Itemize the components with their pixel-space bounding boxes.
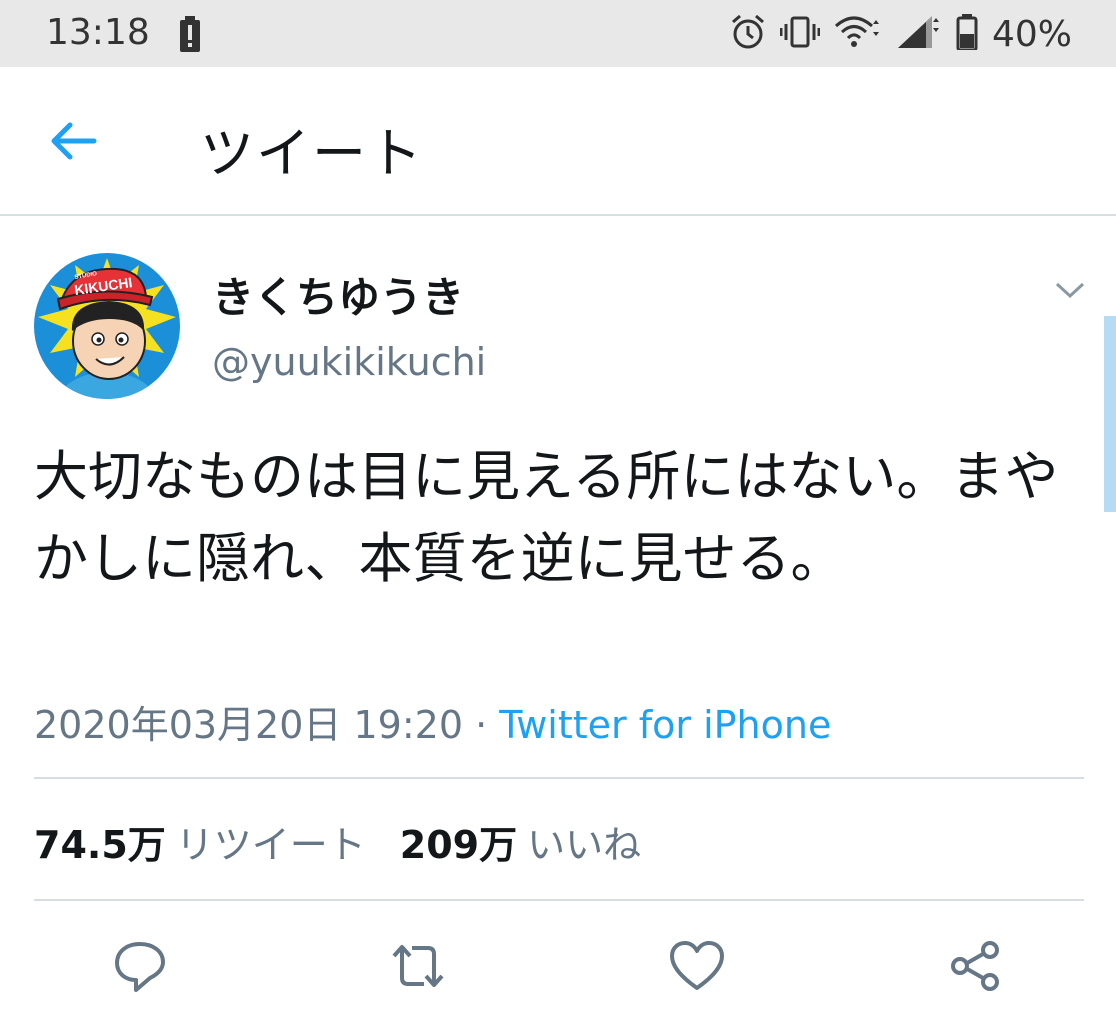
retweet-button[interactable] — [388, 936, 448, 996]
header-divider — [0, 214, 1116, 216]
tweet-text: 大切なものは目に見える所にはない。まやかしに隠れ、本質を逆に見せる。 — [34, 445, 1059, 590]
tweet-stats: 74.5万 リツイート 209万 いいね — [34, 814, 641, 869]
status-icons: 40% — [730, 12, 1072, 56]
alarm-icon — [730, 14, 766, 54]
retweet-icon — [392, 945, 444, 987]
divider — [34, 899, 1084, 901]
divider — [34, 777, 1084, 779]
reply-icon — [115, 942, 165, 992]
page-title: ツイート — [200, 122, 424, 185]
tweet-source-link[interactable]: Twitter for iPhone — [499, 703, 831, 747]
like-count: 209万 — [399, 823, 518, 867]
battery-icon — [956, 14, 978, 54]
like-label: いいね — [527, 823, 642, 867]
like-button[interactable] — [667, 936, 727, 996]
share-icon — [951, 941, 999, 991]
chevron-down-icon — [1055, 282, 1085, 299]
display-name[interactable]: きくちゆうき — [212, 264, 464, 325]
reply-button[interactable] — [110, 936, 170, 996]
back-arrow-icon — [51, 122, 97, 160]
app-header: ツイート — [0, 67, 1116, 215]
status-bar: 13:18 40% — [0, 0, 1116, 67]
vibrate-icon — [779, 14, 821, 54]
battery-percent: 40% — [991, 13, 1072, 55]
retweet-stat[interactable]: 74.5万 リツイート — [34, 823, 366, 867]
tweet-timestamp: 2020年03月20日 19:20 — [34, 703, 464, 747]
status-time: 13:18 — [46, 12, 150, 53]
meta-separator: · — [475, 703, 488, 747]
like-icon — [670, 941, 724, 990]
battery-alert-icon — [178, 16, 202, 56]
more-options-button[interactable] — [1054, 280, 1086, 302]
signal-icon — [896, 14, 942, 54]
avatar[interactable]: KIKUCHI STUDIO — [34, 253, 180, 399]
user-handle[interactable]: @yuukikikuchi — [212, 340, 486, 384]
wifi-icon — [834, 14, 882, 54]
share-button[interactable] — [946, 936, 1006, 996]
retweet-label: リツイート — [175, 823, 366, 867]
back-button[interactable] — [48, 119, 104, 163]
like-stat[interactable]: 209万 いいね — [400, 823, 641, 867]
retweet-count: 74.5万 — [34, 823, 166, 867]
scrollbar[interactable] — [1104, 316, 1116, 512]
tweet-meta: 2020年03月20日 19:20 · Twitter for iPhone — [34, 694, 831, 749]
